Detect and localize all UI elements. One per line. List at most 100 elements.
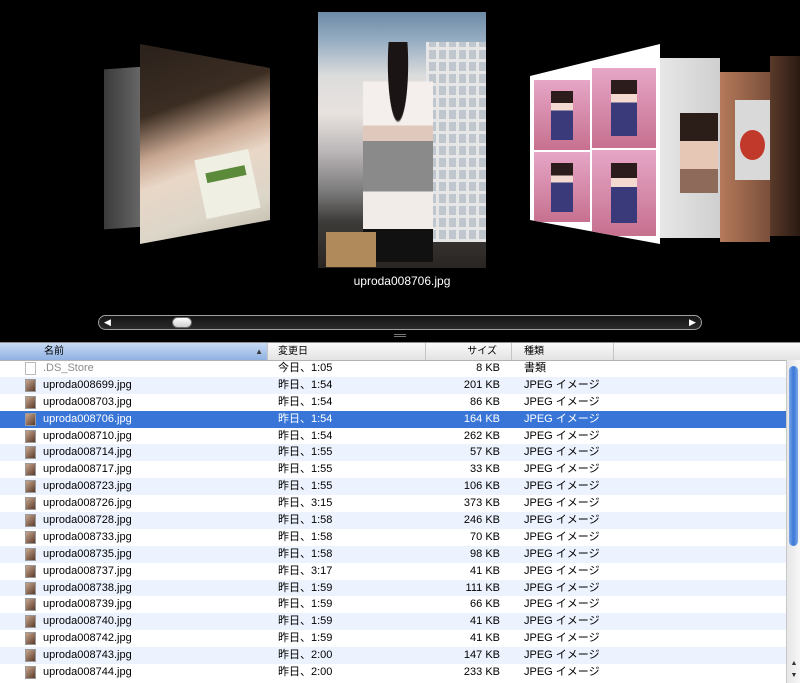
file-name: uproda008740.jpg bbox=[43, 615, 132, 628]
file-date: 昨日、1:55 bbox=[278, 463, 333, 476]
column-header-date[interactable]: 変更日 bbox=[268, 343, 426, 360]
column-header-label: 変更日 bbox=[278, 346, 308, 357]
file-name: uproda008703.jpg bbox=[43, 395, 132, 408]
file-name: uproda008714.jpg bbox=[43, 446, 132, 459]
file-name: uproda008726.jpg bbox=[43, 497, 132, 510]
file-kind: JPEG イメージ bbox=[524, 598, 600, 611]
scroll-up-icon[interactable]: ▲ bbox=[789, 659, 799, 669]
photo-detail bbox=[426, 42, 486, 242]
image-thumbnail-icon bbox=[25, 514, 36, 528]
cover-image[interactable] bbox=[530, 44, 660, 244]
coverflow-scroll-thumb[interactable] bbox=[172, 317, 192, 328]
image-thumbnail-icon bbox=[25, 378, 36, 392]
coverflow-view[interactable]: uproda008706.jpg ◀ ▶ bbox=[0, 0, 800, 342]
file-kind: JPEG イメージ bbox=[524, 649, 600, 662]
cover-image[interactable] bbox=[140, 44, 270, 244]
resize-grip-icon[interactable] bbox=[394, 333, 406, 339]
coverflow-scrollbar[interactable]: ◀ ▶ bbox=[98, 315, 702, 330]
cover-caption: uproda008706.jpg bbox=[353, 274, 451, 288]
file-name: uproda008699.jpg bbox=[43, 378, 132, 391]
file-size: 201 KB bbox=[463, 378, 500, 391]
table-row[interactable]: uproda008726.jpg 昨日、3:15 373 KB JPEG イメージ bbox=[0, 495, 786, 512]
document-icon bbox=[25, 362, 36, 375]
sort-ascending-icon: ▲ bbox=[255, 347, 263, 356]
file-date: 昨日、1:58 bbox=[278, 514, 333, 527]
file-name: uproda008733.jpg bbox=[43, 530, 132, 543]
file-kind: JPEG イメージ bbox=[524, 480, 600, 493]
file-date: 昨日、2:00 bbox=[278, 649, 333, 662]
file-kind: JPEG イメージ bbox=[524, 429, 600, 442]
table-row[interactable]: uproda008699.jpg 昨日、1:54 201 KB JPEG イメージ bbox=[0, 376, 786, 394]
file-size: 41 KB bbox=[470, 564, 500, 577]
photo-detail bbox=[363, 42, 433, 262]
table-row[interactable]: uproda008742.jpg 昨日、1:59 41 KB JPEG イメージ bbox=[0, 630, 786, 647]
scroll-down-icon[interactable]: ▼ bbox=[789, 671, 799, 681]
table-row[interactable]: uproda008743.jpg 昨日、2:00 147 KB JPEG イメージ bbox=[0, 647, 786, 665]
image-thumbnail-icon bbox=[25, 429, 36, 443]
table-row[interactable]: uproda008735.jpg 昨日、1:58 98 KB JPEG イメージ bbox=[0, 545, 786, 563]
table-row[interactable]: uproda008733.jpg 昨日、1:58 70 KB JPEG イメージ bbox=[0, 529, 786, 546]
table-row[interactable]: uproda008714.jpg 昨日、1:55 57 KB JPEG イメージ bbox=[0, 444, 786, 462]
file-size: 98 KB bbox=[470, 547, 500, 560]
file-name: uproda008735.jpg bbox=[43, 547, 132, 560]
table-row[interactable]: uproda008710.jpg 昨日、1:54 262 KB JPEG イメージ bbox=[0, 428, 786, 445]
image-thumbnail-icon bbox=[25, 530, 36, 544]
cover-image[interactable] bbox=[770, 56, 800, 236]
file-size: 8 KB bbox=[476, 362, 500, 374]
file-size: 86 KB bbox=[470, 395, 500, 408]
file-date: 昨日、2:00 bbox=[278, 666, 333, 679]
file-kind: JPEG イメージ bbox=[524, 378, 600, 391]
image-thumbnail-icon bbox=[25, 581, 36, 595]
scroll-left-icon[interactable]: ◀ bbox=[101, 317, 114, 328]
list-vertical-scrollbar[interactable]: ▲ ▼ bbox=[786, 360, 800, 683]
photo-detail bbox=[326, 232, 376, 267]
image-thumbnail-icon bbox=[25, 412, 36, 426]
file-size: 70 KB bbox=[470, 530, 500, 543]
file-size: 373 KB bbox=[463, 497, 500, 510]
table-row-selected[interactable]: uproda008706.jpg 昨日、1:54 164 KB JPEG イメージ bbox=[0, 410, 786, 428]
cover-image-selected[interactable] bbox=[318, 12, 486, 268]
image-thumbnail-icon bbox=[25, 480, 36, 494]
cover-image[interactable] bbox=[104, 66, 144, 230]
image-thumbnail-icon bbox=[25, 598, 36, 612]
column-header-size[interactable]: サイズ bbox=[426, 343, 512, 360]
table-row[interactable]: uproda008744.jpg 昨日、2:00 233 KB JPEG イメージ bbox=[0, 664, 786, 681]
file-size: 66 KB bbox=[470, 598, 500, 611]
image-thumbnail-icon bbox=[25, 649, 36, 663]
photo-detail bbox=[534, 152, 590, 222]
photo-detail bbox=[592, 68, 656, 148]
column-header-kind[interactable]: 種類 bbox=[512, 343, 614, 360]
file-kind: JPEG イメージ bbox=[524, 564, 600, 577]
file-date: 昨日、1:58 bbox=[278, 530, 333, 543]
file-name: uproda008743.jpg bbox=[43, 649, 132, 662]
cover-image[interactable] bbox=[660, 58, 720, 238]
image-thumbnail-icon bbox=[25, 463, 36, 477]
table-row[interactable]: uproda008739.jpg 昨日、1:59 66 KB JPEG イメージ bbox=[0, 596, 786, 613]
table-row[interactable]: uproda008738.jpg 昨日、1:59 111 KB JPEG イメージ bbox=[0, 579, 786, 597]
file-list[interactable]: 名前 ▲ 変更日 サイズ 種類 .DS_Store 今日、1:05 8 KB 書類 u… bbox=[0, 342, 800, 683]
column-header-label: サイズ bbox=[467, 346, 497, 357]
file-size: 262 KB bbox=[463, 429, 500, 442]
scroll-right-icon[interactable]: ▶ bbox=[686, 317, 699, 328]
cover-image[interactable] bbox=[735, 100, 770, 180]
file-name: uproda008710.jpg bbox=[43, 429, 132, 442]
table-row[interactable]: uproda008717.jpg 昨日、1:55 33 KB JPEG イメージ bbox=[0, 461, 786, 478]
list-scroll-thumb[interactable] bbox=[789, 366, 798, 546]
file-rows: .DS_Store 今日、1:05 8 KB 書類 uproda008699.jpg 昨… bbox=[0, 360, 786, 681]
file-kind: JPEG イメージ bbox=[524, 395, 600, 408]
file-date: 昨日、1:55 bbox=[278, 480, 333, 493]
column-header-name[interactable]: 名前 ▲ bbox=[0, 343, 268, 360]
table-row[interactable]: uproda008703.jpg 昨日、1:54 86 KB JPEG イメージ bbox=[0, 394, 786, 411]
file-date: 昨日、1:59 bbox=[278, 581, 333, 594]
photo-detail bbox=[592, 150, 656, 236]
table-row[interactable]: uproda008737.jpg 昨日、3:17 41 KB JPEG イメージ bbox=[0, 563, 786, 580]
file-kind: JPEG イメージ bbox=[524, 547, 600, 560]
file-date: 昨日、1:59 bbox=[278, 598, 333, 611]
file-kind: JPEG イメージ bbox=[524, 530, 600, 543]
table-row[interactable]: uproda008728.jpg 昨日、1:58 246 KB JPEG イメージ bbox=[0, 512, 786, 529]
table-row[interactable]: uproda008723.jpg 昨日、1:55 106 KB JPEG イメージ bbox=[0, 478, 786, 496]
table-row[interactable]: uproda008740.jpg 昨日、1:59 41 KB JPEG イメージ bbox=[0, 613, 786, 631]
table-row[interactable]: .DS_Store 今日、1:05 8 KB 書類 bbox=[0, 360, 786, 377]
image-thumbnail-icon bbox=[25, 497, 36, 511]
file-date: 昨日、1:54 bbox=[278, 378, 333, 391]
